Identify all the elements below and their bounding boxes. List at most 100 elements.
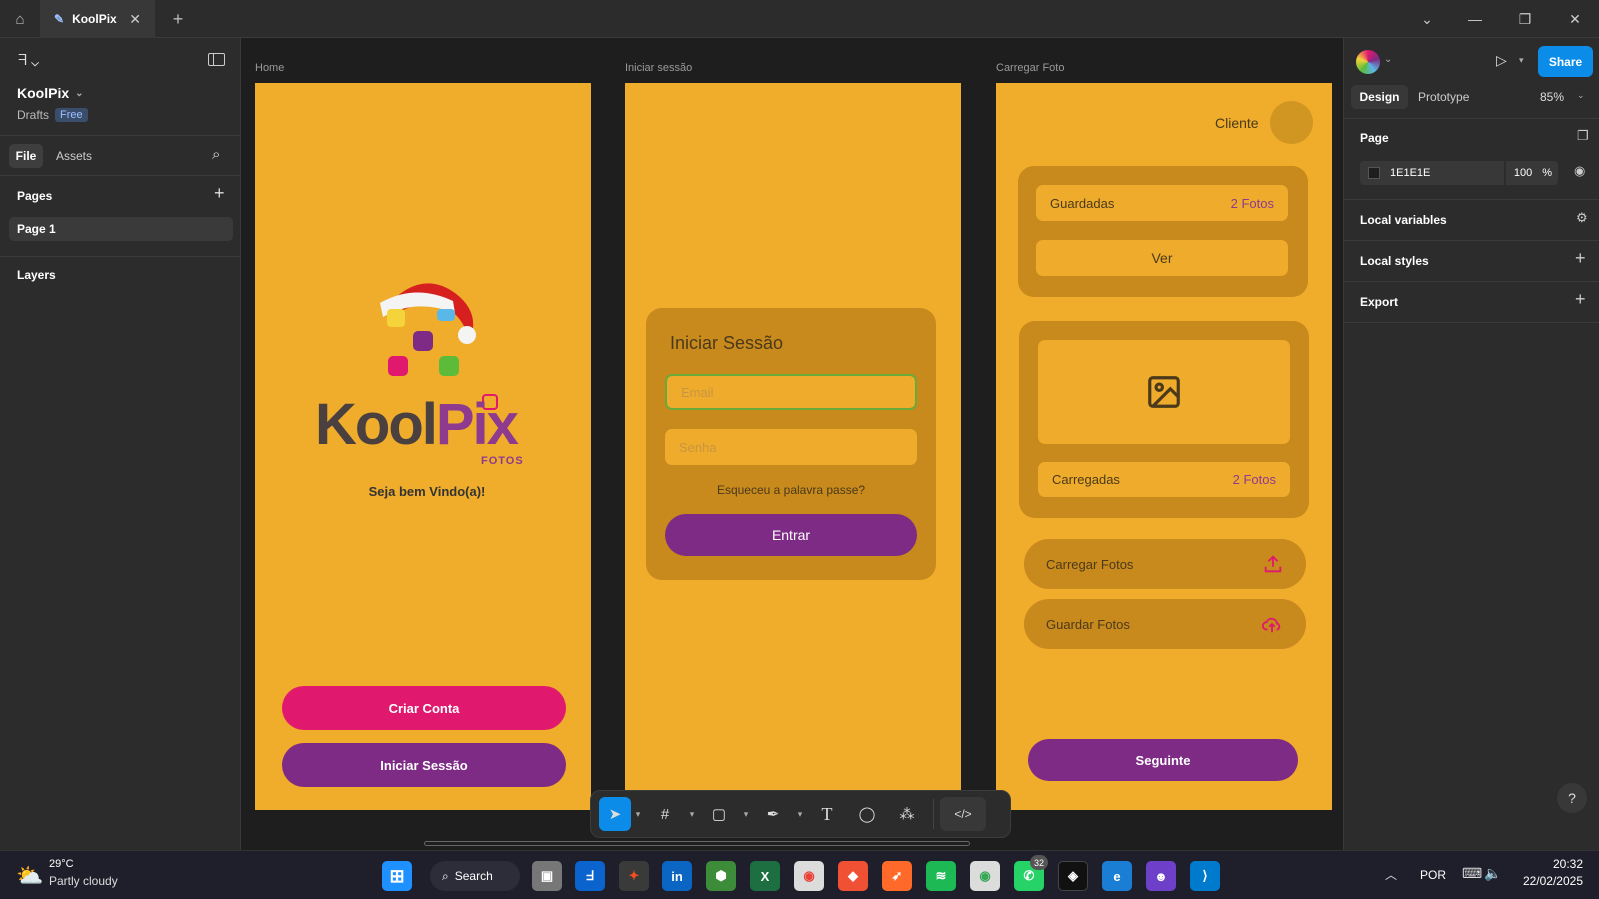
chevron-down-icon[interactable]: ▾ bbox=[631, 809, 645, 820]
clock-date[interactable]: 22/02/2025 bbox=[1500, 874, 1583, 888]
image-placeholder[interactable] bbox=[1038, 340, 1290, 444]
windows-start-icon[interactable]: ⊞ bbox=[382, 861, 412, 891]
horizontal-scrollbar[interactable] bbox=[424, 841, 970, 846]
frame-label-upload[interactable]: Carregar Foto bbox=[996, 62, 1064, 74]
unity-icon[interactable]: ◈ bbox=[1058, 861, 1088, 891]
forgot-password-link[interactable]: Esqueceu a palavra passe? bbox=[646, 483, 936, 497]
login-button[interactable]: Iniciar Sessão bbox=[282, 743, 566, 787]
pen-tool-icon[interactable]: ✒ bbox=[753, 797, 793, 831]
git-icon[interactable]: ◆ bbox=[838, 861, 868, 891]
avatar[interactable] bbox=[1270, 101, 1313, 144]
tab-prototype[interactable]: Prototype bbox=[1418, 90, 1469, 104]
share-button[interactable]: Share bbox=[1538, 46, 1593, 77]
new-tab-button[interactable]: + bbox=[166, 0, 190, 38]
help-icon[interactable]: ? bbox=[1557, 783, 1587, 813]
chevron-down-icon[interactable]: ▾ bbox=[739, 809, 753, 820]
minimize-button[interactable]: — bbox=[1451, 0, 1499, 38]
tab-assets[interactable]: Assets bbox=[56, 149, 92, 163]
save-photos-button[interactable]: Guardar Fotos bbox=[1024, 599, 1306, 649]
color-swatch[interactable] bbox=[1368, 167, 1380, 179]
upload-icon bbox=[1264, 555, 1282, 573]
network-icon[interactable]: ⌨ bbox=[1462, 865, 1482, 882]
zoom-level[interactable]: 85% bbox=[1540, 90, 1564, 104]
file-tab[interactable]: ✎ KoolPix ✕ bbox=[40, 0, 155, 38]
page-opacity-field[interactable]: 100 % bbox=[1506, 161, 1558, 185]
dev-mode-icon[interactable]: </> bbox=[940, 797, 986, 831]
canvas[interactable]: Home Koo l Pix FOTOS Seja bem Vindo(a)! … bbox=[241, 38, 1343, 850]
linkedin-icon[interactable]: in bbox=[662, 861, 692, 891]
email-input[interactable]: Email bbox=[665, 374, 917, 410]
chevron-down-icon[interactable]: ▾ bbox=[1519, 55, 1524, 66]
frame-tool-icon[interactable]: # bbox=[645, 797, 685, 831]
pages-title: Pages bbox=[17, 189, 53, 203]
home-icon[interactable]: ⌂ bbox=[0, 0, 40, 38]
chevron-down-icon[interactable]: ⌄ bbox=[1577, 90, 1585, 101]
upload-photos-button[interactable]: Carregar Fotos bbox=[1024, 539, 1306, 589]
framer-icon[interactable]: ᖵ bbox=[575, 861, 605, 891]
chevron-down-icon[interactable]: ⌄ bbox=[1384, 54, 1392, 65]
search-icon[interactable]: ⌕ bbox=[212, 146, 220, 163]
frame-label-login[interactable]: Iniciar sessão bbox=[625, 62, 692, 74]
page-styles-icon[interactable]: ❐ bbox=[1577, 128, 1589, 144]
toggle-sidebar-icon[interactable] bbox=[208, 53, 225, 66]
comment-tool-icon[interactable]: ◯ bbox=[847, 797, 887, 831]
chevron-up-icon[interactable]: ︿ bbox=[1385, 866, 1397, 883]
language-indicator[interactable]: POR bbox=[1420, 868, 1446, 882]
vscode-icon[interactable]: ⟩ bbox=[1190, 861, 1220, 891]
weather-icon[interactable]: ⛅ bbox=[16, 863, 43, 889]
components-tool-icon[interactable]: ⁂ bbox=[887, 797, 927, 831]
eye-icon[interactable]: ◉ bbox=[1574, 163, 1585, 179]
volume-icon[interactable]: 🔈 bbox=[1484, 865, 1501, 882]
avatar[interactable] bbox=[1356, 50, 1380, 74]
spotify-icon[interactable]: ≋ bbox=[926, 861, 956, 891]
main-menu-icon[interactable]: ᖷ ⌄ bbox=[18, 52, 39, 69]
file-location: Drafts Free bbox=[17, 108, 88, 122]
weather-status[interactable]: Partly cloudy bbox=[49, 874, 118, 888]
frame-upload[interactable]: Cliente Guardadas 2 Fotos Ver Carregadas… bbox=[996, 83, 1332, 810]
add-page-icon[interactable]: + bbox=[214, 183, 225, 204]
page-item[interactable]: Page 1 bbox=[9, 217, 233, 241]
postman-icon[interactable]: ➶ bbox=[882, 861, 912, 891]
frame-home[interactable]: Koo l Pix FOTOS Seja bem Vindo(a)! Criar… bbox=[255, 83, 591, 810]
chrome-icon[interactable]: ◉ bbox=[970, 861, 1000, 891]
create-account-button[interactable]: Criar Conta bbox=[282, 686, 566, 730]
github-icon[interactable]: ☻ bbox=[1146, 861, 1176, 891]
app-cube-icon[interactable]: ⬢ bbox=[706, 861, 736, 891]
chevron-down-icon[interactable]: ▾ bbox=[793, 809, 807, 820]
close-tab-icon[interactable]: ✕ bbox=[129, 11, 141, 28]
tab-design[interactable]: Design bbox=[1351, 85, 1408, 109]
frame-login[interactable]: Iniciar Sessão Email Senha Esqueceu a pa… bbox=[625, 83, 961, 810]
figma-icon[interactable]: ✦ bbox=[619, 861, 649, 891]
local-variables-title[interactable]: Local variables bbox=[1344, 213, 1599, 227]
clock-time[interactable]: 20:32 bbox=[1520, 857, 1583, 871]
search-icon: ⌕ bbox=[442, 868, 449, 883]
rectangle-tool-icon[interactable]: ▢ bbox=[699, 797, 739, 831]
chevron-down-icon[interactable]: ⌄ bbox=[1403, 0, 1451, 38]
chevron-down-icon[interactable]: ▾ bbox=[685, 809, 699, 820]
password-input[interactable]: Senha bbox=[665, 429, 917, 465]
text-tool-icon[interactable]: T bbox=[807, 797, 847, 831]
add-export-icon[interactable]: + bbox=[1575, 289, 1586, 310]
file-name[interactable]: KoolPix ⌄ bbox=[17, 85, 84, 101]
temperature[interactable]: 29°C bbox=[49, 858, 74, 870]
saved-card: Guardadas 2 Fotos Ver bbox=[1018, 166, 1308, 297]
frame-label-home[interactable]: Home bbox=[255, 62, 284, 74]
logo-pix: Pix bbox=[435, 392, 519, 457]
page-color-field[interactable]: 1E1E1E bbox=[1360, 161, 1504, 185]
play-icon[interactable]: ▷ bbox=[1496, 52, 1507, 69]
close-window-button[interactable]: ✕ bbox=[1551, 0, 1599, 38]
koolpix-logo: Koo l Pix FOTOS bbox=[315, 273, 535, 473]
search-box[interactable]: ⌕ Search bbox=[430, 861, 520, 891]
chrome-icon[interactable]: ◉ bbox=[794, 861, 824, 891]
enter-button[interactable]: Entrar bbox=[665, 514, 917, 556]
edge-icon[interactable]: e bbox=[1102, 861, 1132, 891]
maximize-button[interactable]: ❐ bbox=[1501, 0, 1549, 38]
next-button[interactable]: Seguinte bbox=[1028, 739, 1298, 781]
move-tool-icon[interactable]: ➤ bbox=[599, 797, 631, 831]
tab-file[interactable]: File bbox=[9, 144, 43, 168]
excel-icon[interactable]: X bbox=[750, 861, 780, 891]
variables-icon[interactable]: ⚙ bbox=[1576, 210, 1588, 226]
view-button[interactable]: Ver bbox=[1036, 240, 1288, 276]
add-style-icon[interactable]: + bbox=[1575, 248, 1586, 269]
task-view-icon[interactable]: ▣ bbox=[532, 861, 562, 891]
